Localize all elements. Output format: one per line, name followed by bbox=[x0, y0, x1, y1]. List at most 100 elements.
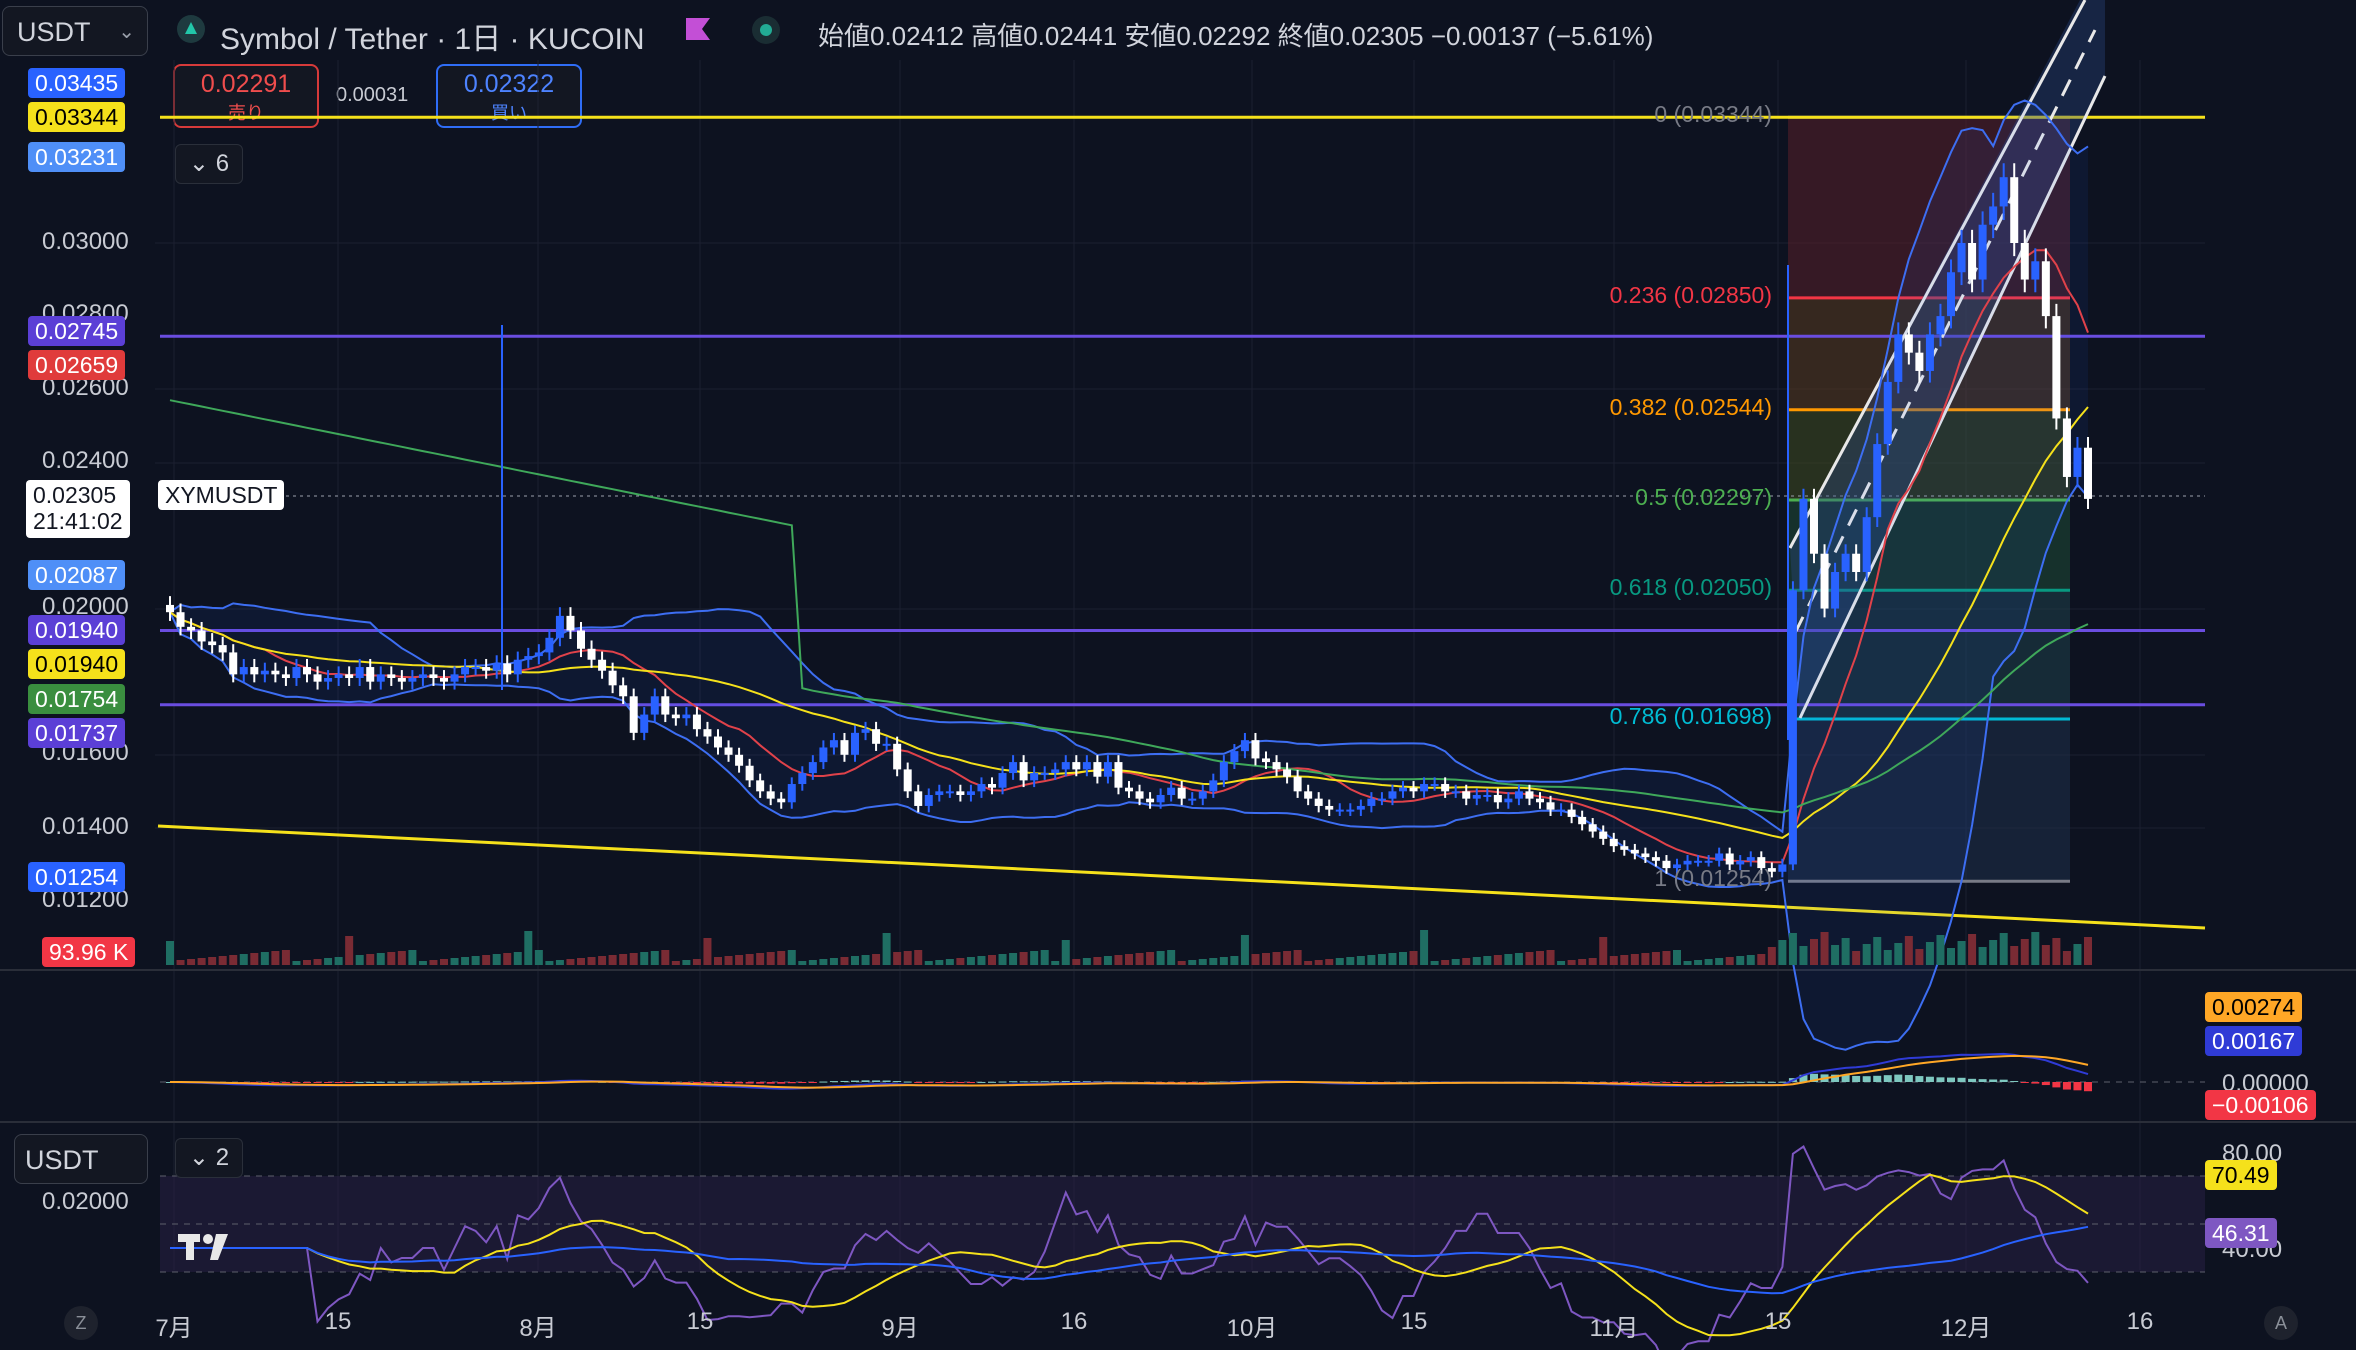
candle-body bbox=[1715, 853, 1724, 861]
macd-histogram-bar bbox=[819, 1081, 828, 1083]
macd-histogram-bar bbox=[450, 1081, 459, 1083]
fib-level-label: 0.5 (0.02297) bbox=[1635, 483, 1772, 510]
candle-body bbox=[513, 659, 522, 675]
candle-body bbox=[1240, 740, 1249, 752]
candle-body bbox=[208, 641, 217, 646]
rsi-collapse-button[interactable]: ⌄ 2 bbox=[175, 1138, 243, 1178]
rsi-currency-selector[interactable]: USDT bbox=[14, 1134, 148, 1184]
candle-body bbox=[1957, 243, 1966, 273]
price-tag: 0.01940 bbox=[28, 615, 126, 645]
macd-histogram-bar bbox=[1040, 1081, 1049, 1083]
candle-body bbox=[766, 791, 775, 799]
macd-histogram-bar bbox=[376, 1081, 385, 1083]
macd-histogram-bar bbox=[2010, 1081, 2019, 1083]
volume-bar bbox=[1810, 939, 1818, 965]
volume-bar bbox=[1441, 960, 1450, 965]
volume-bar bbox=[2020, 939, 2029, 965]
volume-bar bbox=[724, 956, 733, 965]
candle-body bbox=[1125, 787, 1133, 792]
volume-bar bbox=[945, 959, 954, 965]
candle-body bbox=[250, 667, 259, 675]
candle-body bbox=[1925, 334, 1934, 371]
candle-body bbox=[292, 667, 301, 679]
candle-body bbox=[1514, 791, 1523, 799]
candle-body bbox=[1409, 787, 1418, 792]
candle-body bbox=[1651, 857, 1660, 861]
candle-body bbox=[851, 732, 859, 755]
fib-level-label: 1 (0.01254) bbox=[1654, 865, 1772, 892]
volume-bar bbox=[1873, 937, 1882, 965]
volume-bar bbox=[935, 960, 944, 965]
volume-bar bbox=[1293, 950, 1302, 965]
auto-scale-button[interactable]: A bbox=[2264, 1306, 2298, 1340]
candle-body bbox=[1262, 758, 1270, 763]
volume-bar bbox=[882, 933, 891, 965]
candle-body bbox=[893, 743, 902, 770]
macd-histogram-bar bbox=[787, 1082, 796, 1084]
volume-bar bbox=[1230, 956, 1239, 965]
volume-bar bbox=[555, 960, 564, 965]
candle-body bbox=[492, 663, 501, 671]
macd-histogram-bar bbox=[1694, 1082, 1703, 1083]
candle-body bbox=[819, 747, 828, 763]
macd-histogram-bar bbox=[292, 1082, 301, 1083]
macd-histogram-bar bbox=[777, 1082, 786, 1084]
chevron-down-icon: ⌄ bbox=[188, 1144, 210, 1171]
price-chart[interactable] bbox=[0, 0, 2356, 1350]
candle-body bbox=[1325, 805, 1334, 810]
macd-histogram-bar bbox=[397, 1081, 406, 1083]
macd-histogram-bar bbox=[1915, 1076, 1924, 1082]
volume-bar bbox=[903, 951, 912, 965]
volume-bar bbox=[1788, 933, 1797, 965]
volume-tag: 93.96 K bbox=[42, 937, 136, 967]
macd-histogram-bar bbox=[893, 1080, 902, 1082]
volume-bar bbox=[1114, 955, 1123, 965]
volume-bar bbox=[1251, 954, 1260, 965]
macd-histogram-bar bbox=[1894, 1074, 1903, 1082]
x-tick: 9月 bbox=[881, 1315, 919, 1342]
macd-histogram-bar bbox=[956, 1082, 965, 1083]
macd-histogram-bar bbox=[998, 1081, 1007, 1083]
macd-hist-tag: −0.00106 bbox=[2205, 1090, 2316, 1120]
volume-bar bbox=[387, 952, 396, 965]
macd-histogram-bar bbox=[1767, 1081, 1776, 1083]
macd-pane bbox=[160, 1052, 2205, 1092]
macd-histogram-bar bbox=[1978, 1079, 1987, 1082]
volume-bar bbox=[1989, 940, 1998, 965]
macd-histogram-bar bbox=[977, 1081, 986, 1083]
volume-bar bbox=[1356, 956, 1365, 965]
macd-histogram-bar bbox=[766, 1082, 775, 1084]
candle-body bbox=[166, 604, 174, 613]
candle-body bbox=[482, 667, 491, 671]
volume-bar bbox=[482, 955, 491, 965]
candle-body bbox=[1841, 553, 1850, 572]
candle-body bbox=[872, 729, 881, 744]
macd-signal-tag: 0.00274 bbox=[2205, 992, 2303, 1022]
macd-histogram-bar bbox=[482, 1081, 491, 1083]
volume-bar bbox=[819, 959, 828, 965]
volume-bar bbox=[1767, 947, 1776, 965]
zoom-reset-button[interactable]: Z bbox=[64, 1306, 98, 1340]
candle-body bbox=[555, 615, 564, 638]
volume-bar bbox=[2052, 938, 2061, 965]
candle-body bbox=[1873, 444, 1882, 518]
macd-histogram-bar bbox=[1704, 1082, 1713, 1083]
price-tag: 0.02087 bbox=[28, 560, 126, 590]
volume-bar bbox=[418, 961, 427, 965]
price-tag: 0.01940 bbox=[28, 649, 126, 679]
candle-body bbox=[1493, 794, 1502, 803]
volume-bar bbox=[366, 954, 375, 965]
volume-bar bbox=[1420, 930, 1429, 965]
candle-body bbox=[1441, 784, 1450, 792]
macd-histogram-bar bbox=[872, 1080, 881, 1082]
macd-histogram-bar bbox=[1009, 1081, 1018, 1083]
rsi-currency-label: USDT bbox=[25, 1145, 99, 1175]
volume-bar bbox=[766, 952, 775, 965]
candle-body bbox=[977, 784, 986, 792]
volume-bar bbox=[777, 951, 786, 965]
macd-histogram-bar bbox=[1030, 1081, 1039, 1083]
candle-body bbox=[650, 696, 659, 715]
candle-body bbox=[260, 670, 269, 675]
volume-bar bbox=[956, 958, 965, 965]
macd-histogram-bar bbox=[471, 1081, 480, 1083]
